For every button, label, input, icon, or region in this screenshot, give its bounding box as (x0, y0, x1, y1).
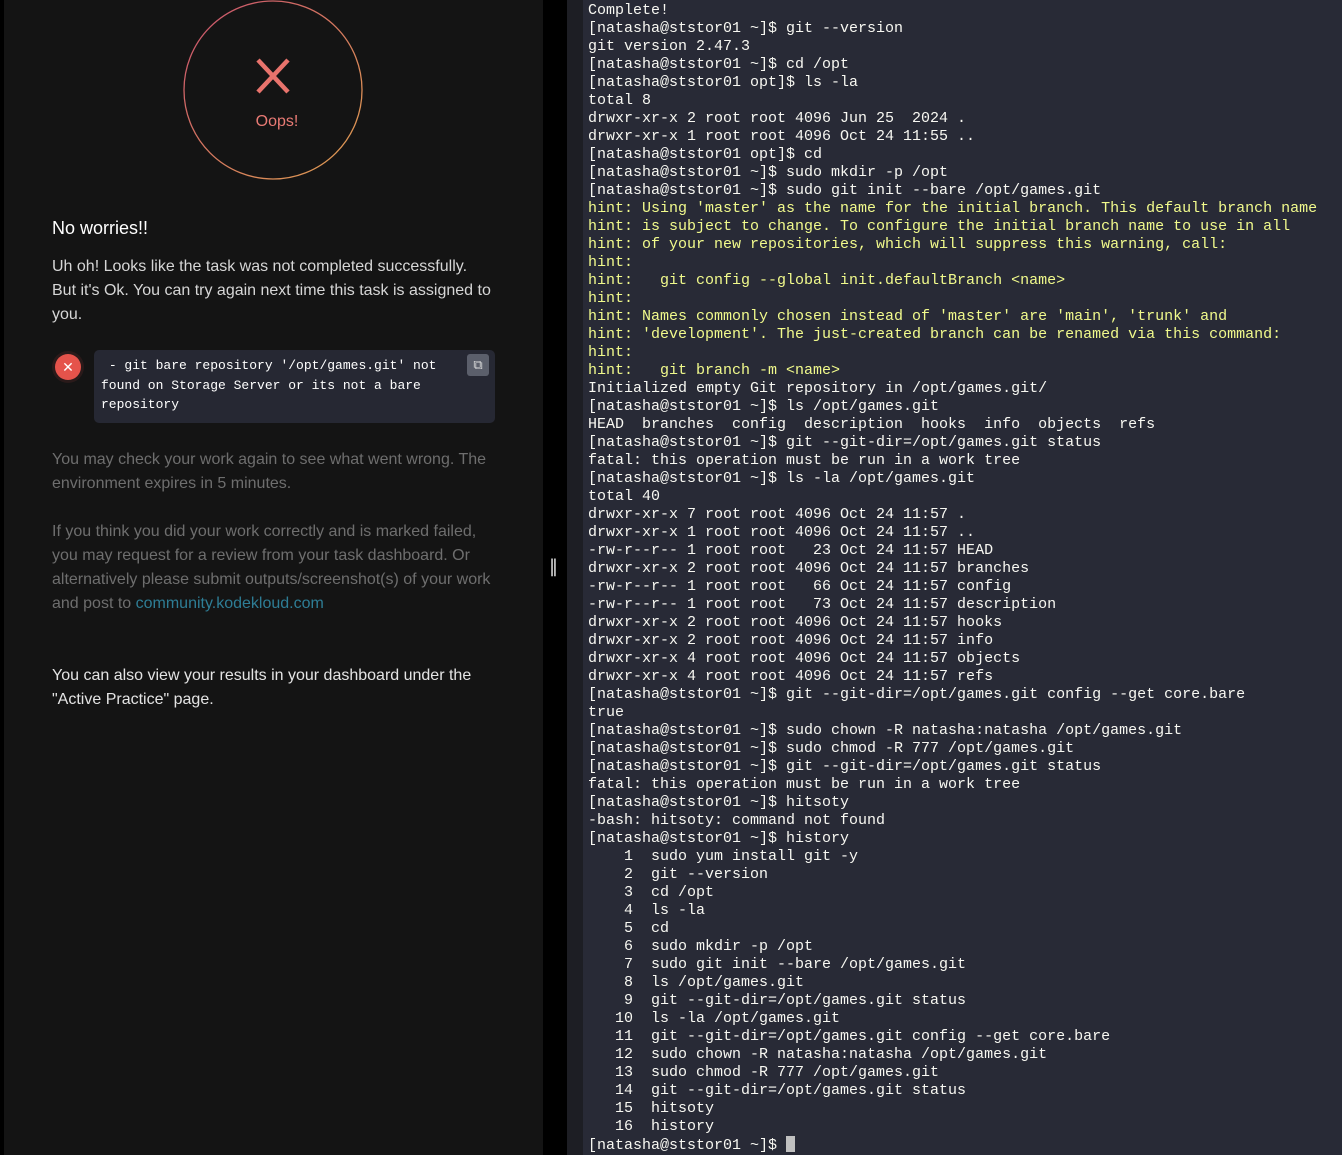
terminal-line: [natasha@ststor01 ~]$ ls /opt/games.git (588, 398, 940, 415)
terminal-hint-line: hint: git config --global init.defaultBr… (588, 272, 1066, 289)
terminal-line: [natasha@ststor01 ~]$ git --git-dir=/opt… (588, 758, 1102, 775)
terminal-line: -rw-r--r-- 1 root root 73 Oct 24 11:57 d… (588, 596, 1057, 613)
terminal-line: [natasha@ststor01 ~]$ hitsoty (588, 794, 850, 811)
terminal-hint-line: hint: (588, 290, 634, 307)
terminal-line: 1 sudo yum install git -y (588, 848, 859, 865)
terminal-line: -rw-r--r-- 1 root root 66 Oct 24 11:57 c… (588, 578, 1012, 595)
terminal-line: drwxr-xr-x 2 root root 4096 Oct 24 11:57… (588, 614, 1003, 631)
terminal-line: [natasha@ststor01 opt]$ ls -la (588, 74, 859, 91)
result-message: Uh oh! Looks like the task was not compl… (52, 258, 491, 323)
terminal-hint-line: hint: Using 'master' as the name for the… (588, 200, 1318, 217)
x-icon (256, 58, 290, 94)
terminal-line: [natasha@ststor01 ~]$ ls -la /opt/games.… (588, 470, 976, 487)
terminal-line: 11 git --git-dir=/opt/games.git config -… (588, 1028, 1111, 1045)
terminal-line: [natasha@ststor01 ~]$ git --git-dir=/opt… (588, 434, 1102, 451)
terminal-line: 14 git --git-dir=/opt/games.git status (588, 1082, 967, 1099)
terminal-line: Complete! (588, 2, 670, 19)
terminal-hint-line: hint: Names commonly chosen instead of '… (588, 308, 1228, 325)
terminal-line: git version 2.47.3 (588, 38, 751, 55)
community-link[interactable]: community.kodekloud.com (136, 595, 324, 612)
terminal-line: 3 cd /opt (588, 884, 715, 901)
result-heading: No worries!! (52, 218, 149, 238)
terminal-line: [natasha@ststor01 ~]$ sudo git init --ba… (588, 182, 1102, 199)
terminal-line: 15 hitsoty (588, 1100, 715, 1117)
terminal-prompt[interactable]: [natasha@ststor01 ~]$ (588, 1136, 1317, 1155)
terminal-line: drwxr-xr-x 4 root root 4096 Oct 24 11:57… (588, 650, 1021, 667)
prompt-text: [natasha@ststor01 ~]$ (588, 1137, 787, 1154)
terminal-line: fatal: this operation must be run in a w… (588, 452, 1021, 469)
terminal-hint-line: hint: (588, 254, 634, 271)
splitter[interactable] (543, 0, 567, 1155)
terminal-line: drwxr-xr-x 2 root root 4096 Oct 24 11:57… (588, 632, 994, 649)
terminal-line: [natasha@ststor01 ~]$ cd /opt (588, 56, 850, 73)
terminal-line: -bash: hitsoty: command not found (588, 812, 886, 829)
terminal-line: drwxr-xr-x 2 root root 4096 Jun 25 2024 … (588, 110, 967, 127)
terminal-line: drwxr-xr-x 7 root root 4096 Oct 24 11:57… (588, 506, 967, 523)
terminal-line: 16 history (588, 1118, 715, 1135)
terminal-line: drwxr-xr-x 4 root root 4096 Oct 24 11:57… (588, 668, 994, 685)
terminal-line: [natasha@ststor01 ~]$ sudo mkdir -p /opt (588, 164, 949, 181)
terminal-line: HEAD branches config description hooks i… (588, 416, 1156, 433)
terminal-line: drwxr-xr-x 2 root root 4096 Oct 24 11:57… (588, 560, 1030, 577)
terminal-hint-line: hint: of your new repositories, which wi… (588, 236, 1228, 253)
terminal-margin (567, 0, 583, 1155)
error-icon: ✕ (55, 354, 81, 380)
terminal-line: 12 sudo chown -R natasha:natasha /opt/ga… (588, 1046, 1048, 1063)
terminal-line: [natasha@ststor01 ~]$ git --git-dir=/opt… (588, 686, 1246, 703)
terminal-line: total 8 (588, 92, 652, 109)
result-circle (183, 0, 363, 180)
terminal-line: true (588, 704, 625, 721)
terminal-line: [natasha@ststor01 opt]$ cd (588, 146, 823, 163)
terminal-line: [natasha@ststor01 ~]$ history (588, 830, 850, 847)
terminal-line: 10 ls -la /opt/games.git (588, 1010, 841, 1027)
terminal-line: Initialized empty Git repository in /opt… (588, 380, 1048, 397)
terminal-line: 9 git --git-dir=/opt/games.git status (588, 992, 967, 1009)
terminal-line: drwxr-xr-x 1 root root 4096 Oct 24 11:55… (588, 128, 976, 145)
terminal-line: 8 ls /opt/games.git (588, 974, 805, 991)
copy-icon[interactable]: ⧉ (467, 354, 489, 376)
dashboard-note: You can also view your results in your d… (52, 667, 472, 708)
cursor (786, 1136, 796, 1152)
recheck-note: You may check your work again to see wha… (52, 451, 487, 492)
terminal-line: -rw-r--r-- 1 root root 23 Oct 24 11:57 H… (588, 542, 994, 559)
terminal-line: drwxr-xr-x 1 root root 4096 Oct 24 11:57… (588, 524, 976, 541)
terminal-line: [natasha@ststor01 ~]$ sudo chown -R nata… (588, 722, 1183, 739)
terminal-line: 2 git --version (588, 866, 769, 883)
terminal[interactable]: Complete! [natasha@ststor01 ~]$ git --ver… (583, 0, 1342, 1155)
terminal-hint-line: hint: 'development'. The just-created br… (588, 326, 1282, 343)
terminal-line: 6 sudo mkdir -p /opt (588, 938, 814, 955)
status-label: Oops! (255, 113, 299, 130)
terminal-hint-line: hint: (588, 344, 634, 361)
terminal-line: [natasha@ststor01 ~]$ sudo chmod -R 777 … (588, 740, 1075, 757)
terminal-line: 5 cd (588, 920, 670, 937)
task-result-panel: Oops! No worries!! Uh oh! Looks like the… (4, 0, 543, 1155)
terminal-hint-line: hint: git branch -m <name> (588, 362, 841, 379)
review-note: If you think you did your work correctly… (52, 520, 492, 616)
terminal-line: 7 sudo git init --bare /opt/games.git (588, 956, 967, 973)
terminal-hint-line: hint: is subject to change. To configure… (588, 218, 1291, 235)
terminal-line: 4 ls -la (588, 902, 706, 919)
terminal-line: total 40 (588, 488, 661, 505)
error-message-box: - git bare repository '/opt/games.git' n… (94, 350, 495, 423)
terminal-output: Complete! [natasha@ststor01 ~]$ git --ver… (588, 2, 1317, 1155)
error-text: - git bare repository '/opt/games.git' n… (101, 358, 445, 412)
resize-handle-icon[interactable]: ‖ (549, 556, 558, 577)
terminal-line: fatal: this operation must be run in a w… (588, 776, 1021, 793)
terminal-line: 13 sudo chmod -R 777 /opt/games.git (588, 1064, 940, 1081)
terminal-line: [natasha@ststor01 ~]$ git --version (588, 20, 904, 37)
